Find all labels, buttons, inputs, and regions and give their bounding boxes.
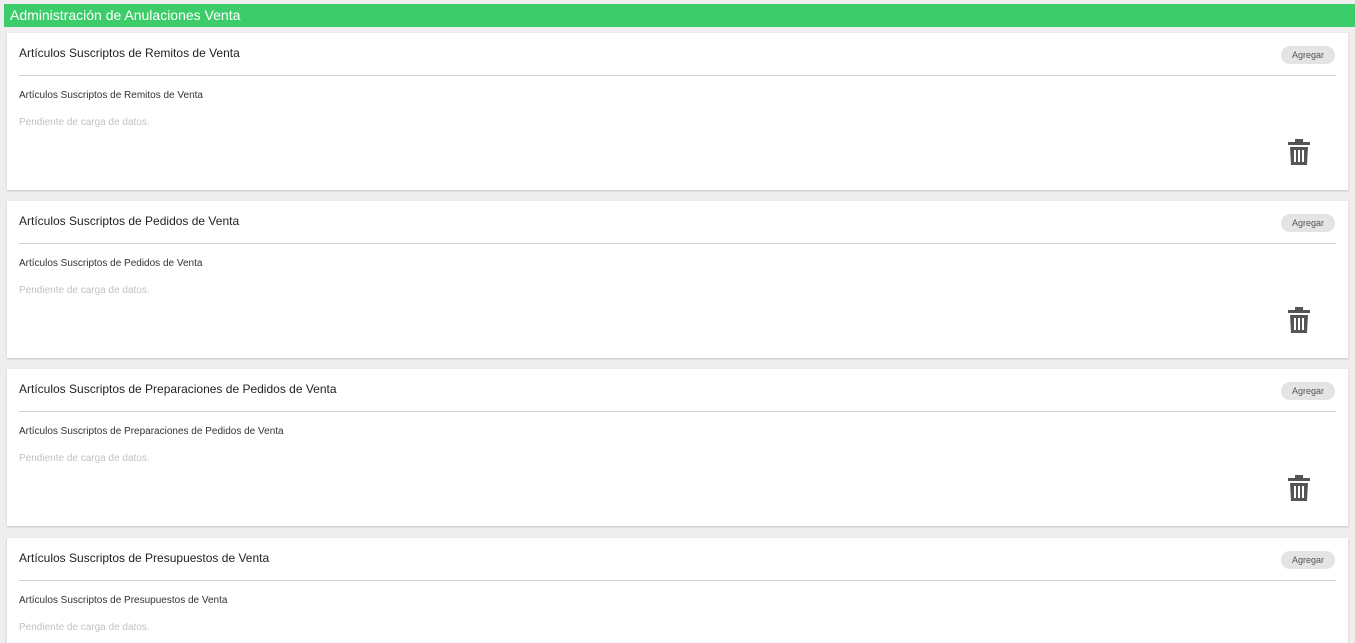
- page-title-bar: Administración de Anulaciones Venta: [4, 4, 1355, 27]
- page-title: Administración de Anulaciones Venta: [10, 7, 241, 23]
- section-title: Artículos Suscriptos de Pedidos de Venta: [19, 214, 240, 228]
- trash-icon[interactable]: [1287, 475, 1311, 501]
- section-card-pedidos: Artículos Suscriptos de Pedidos de Venta…: [7, 201, 1348, 358]
- pending-status: Pendiente de carga de datos.: [19, 117, 150, 128]
- pending-status: Pendiente de carga de datos.: [19, 622, 150, 633]
- section-divider: [19, 580, 1336, 581]
- section-card-presupuestos: Artículos Suscriptos de Presupuestos de …: [7, 538, 1348, 643]
- section-title: Artículos Suscriptos de Preparaciones de…: [19, 382, 337, 396]
- section-divider: [19, 243, 1336, 244]
- add-button[interactable]: Agregar: [1281, 214, 1335, 232]
- section-divider: [19, 411, 1336, 412]
- section-subtitle: Artículos Suscriptos de Pedidos de Venta: [19, 258, 203, 269]
- section-card-remitos: Artículos Suscriptos de Remitos de Venta…: [7, 33, 1348, 190]
- section-title: Artículos Suscriptos de Presupuestos de …: [19, 551, 270, 565]
- add-button[interactable]: Agregar: [1281, 382, 1335, 400]
- pending-status: Pendiente de carga de datos.: [19, 285, 150, 296]
- pending-status: Pendiente de carga de datos.: [19, 453, 150, 464]
- section-divider: [19, 75, 1336, 76]
- section-title: Artículos Suscriptos de Remitos de Venta: [19, 46, 240, 60]
- section-card-preparaciones: Artículos Suscriptos de Preparaciones de…: [7, 369, 1348, 526]
- add-button[interactable]: Agregar: [1281, 46, 1335, 64]
- section-subtitle: Artículos Suscriptos de Presupuestos de …: [19, 595, 228, 606]
- section-subtitle: Artículos Suscriptos de Remitos de Venta: [19, 90, 203, 101]
- trash-icon[interactable]: [1287, 139, 1311, 165]
- section-subtitle: Artículos Suscriptos de Preparaciones de…: [19, 426, 284, 437]
- trash-icon[interactable]: [1287, 307, 1311, 333]
- add-button[interactable]: Agregar: [1281, 551, 1335, 569]
